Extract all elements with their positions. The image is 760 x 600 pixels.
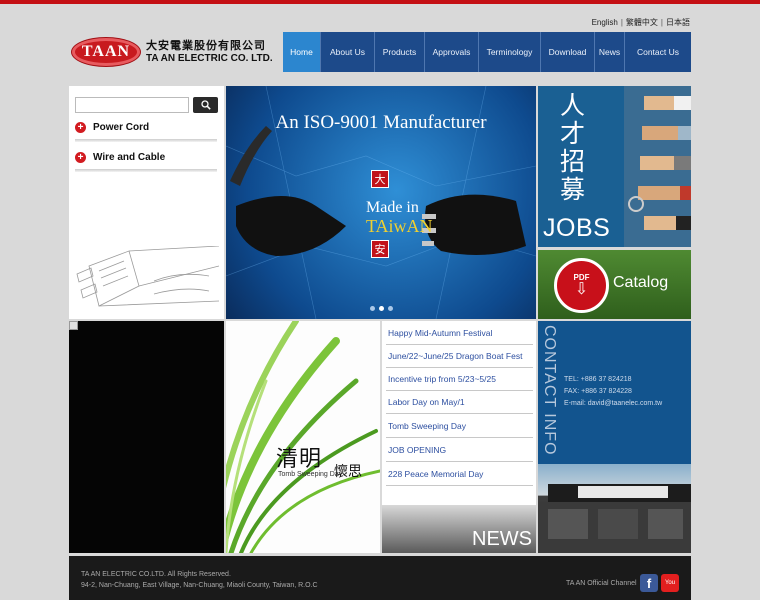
- nav-news[interactable]: News: [595, 32, 625, 72]
- news-item[interactable]: JOB OPENING: [382, 438, 536, 462]
- top-accent-bar: [0, 0, 760, 4]
- nav-products[interactable]: Products: [375, 32, 425, 72]
- hands-illustration: [628, 96, 691, 230]
- plus-circle-icon: +: [75, 121, 86, 133]
- jobs-char: 招: [560, 148, 586, 176]
- building-illustration: [538, 484, 691, 553]
- logo-mark-text: TAAN: [81, 43, 131, 60]
- category-power-cord[interactable]: + Power Cord: [75, 116, 217, 138]
- jobs-tile[interactable]: 人 才 招 募 JOBS: [538, 86, 691, 247]
- news-panel: Happy Mid-Autumn Festival June/22~June/2…: [382, 321, 536, 553]
- company-logo[interactable]: TAAN 大安電業股份有限公司 TA AN ELECTRIC CO. LTD.: [72, 38, 273, 66]
- slide-dot[interactable]: [388, 306, 393, 311]
- seal-top: 大: [371, 170, 389, 188]
- video-placeholder: [69, 321, 224, 553]
- footer-channel-label: TA AN Official Channel: [566, 580, 637, 587]
- nav-home[interactable]: Home: [283, 32, 321, 72]
- language-switcher: English | 繁體中文 | 日本語: [592, 17, 690, 28]
- divider: [75, 169, 217, 172]
- news-item[interactable]: 228 Peace Memorial Day: [382, 462, 536, 486]
- contact-fax: FAX: +886 37 824228: [564, 388, 632, 395]
- jobs-label: JOBS: [543, 214, 611, 242]
- facebook-icon[interactable]: f: [640, 574, 658, 592]
- lang-japanese-link[interactable]: 日本語: [666, 18, 690, 27]
- contact-details: TEL: +886 37 824218 FAX: +886 37 824228 …: [564, 374, 662, 410]
- category-label: Power Cord: [93, 121, 150, 133]
- tomb-subtitle-zh: 懷思: [334, 464, 362, 480]
- plug-sketch-illustration: [76, 246, 220, 307]
- footer-copyright: TA AN ELECTRIC CO.LTD. All Rights Reserv…: [81, 571, 231, 578]
- broken-image-icon: [69, 321, 78, 330]
- lang-separator: |: [660, 18, 663, 27]
- catalog-tile[interactable]: PDF ⇩ Catalog: [538, 250, 691, 319]
- jobs-char: 才: [560, 120, 586, 148]
- footer-address: 94-2, Nan-Chuang, East Village, Nan-Chua…: [81, 582, 318, 589]
- nav-about-us[interactable]: About Us: [321, 32, 375, 72]
- nav-terminology[interactable]: Terminology: [479, 32, 541, 72]
- contact-email: E-mail: david@taanelec.com.tw: [564, 400, 663, 407]
- news-item[interactable]: Tomb Sweeping Day: [382, 414, 536, 438]
- catalog-label: Catalog: [613, 274, 669, 291]
- lang-english-link[interactable]: English: [592, 18, 618, 27]
- building-photo: [538, 464, 691, 553]
- tomb-sweeping-tile[interactable]: 清明 Tomb Sweeping Day 懷思: [226, 321, 380, 553]
- site-footer: TA AN ELECTRIC CO.LTD. All Rights Reserv…: [69, 556, 691, 600]
- company-name-zh: 大安電業股份有限公司: [146, 39, 266, 52]
- news-item[interactable]: Labor Day on May/1: [382, 390, 536, 414]
- plus-circle-icon: +: [75, 151, 86, 163]
- nav-download[interactable]: Download: [541, 32, 595, 72]
- slide-dots: [370, 306, 393, 311]
- nav-approvals[interactable]: Approvals: [425, 32, 479, 72]
- company-name-en: TA AN ELECTRIC CO. LTD.: [146, 52, 273, 64]
- news-footer-label: NEWS: [472, 528, 532, 550]
- divider: [386, 485, 533, 486]
- banner-title: An ISO-9001 Manufacturer: [275, 112, 487, 133]
- search-icon: [200, 100, 211, 110]
- taan-logo-mark: TAAN: [72, 38, 140, 66]
- search-button[interactable]: [193, 97, 218, 113]
- lang-separator: |: [620, 18, 623, 27]
- banner-made-in: Made in: [366, 199, 419, 216]
- product-sidebar: + Power Cord + Wire and Cable: [69, 86, 224, 319]
- category-label: Wire and Cable: [93, 151, 166, 163]
- contact-info-tile[interactable]: CONTACT INFO TEL: +886 37 824218 FAX: +8…: [538, 321, 691, 553]
- lang-chinese-link[interactable]: 繁體中文: [626, 18, 658, 27]
- download-arrow-icon: ⇩: [574, 281, 589, 298]
- jobs-char: 人: [560, 92, 586, 120]
- news-item[interactable]: June/22~June/25 Dragon Boat Fest: [382, 344, 536, 368]
- tomb-title-en: Tomb Sweeping Day: [278, 471, 343, 478]
- jobs-char: 募: [560, 176, 586, 204]
- contact-info-title: CONTACT INFO: [541, 325, 558, 456]
- grass-illustration: [226, 321, 380, 553]
- slide-dot-active[interactable]: [379, 306, 384, 311]
- youtube-icon[interactable]: You: [661, 574, 679, 592]
- news-footer[interactable]: NEWS: [382, 505, 536, 553]
- tomb-title-zh: 清明: [276, 447, 323, 472]
- logo-text: 大安電業股份有限公司 TA AN ELECTRIC CO. LTD.: [146, 40, 273, 64]
- jobs-characters: 人 才 招 募: [560, 92, 585, 204]
- hero-slideshow[interactable]: An ISO-9001 Manufacturer 大 Made in TAiwA…: [226, 86, 536, 319]
- divider: [75, 139, 217, 142]
- contact-tel: TEL: +886 37 824218: [564, 376, 632, 383]
- search-input[interactable]: [75, 97, 189, 113]
- banner-taiwan: TAiwAN: [366, 216, 433, 236]
- jobs-hands-image: [624, 86, 691, 247]
- pdf-download-icon: PDF ⇩: [554, 258, 609, 313]
- nav-contact-us[interactable]: Contact Us: [625, 32, 691, 72]
- news-item[interactable]: Happy Mid-Autumn Festival: [382, 321, 536, 345]
- news-item[interactable]: Incentive trip from 5/23~5/25: [382, 367, 536, 391]
- category-wire-and-cable[interactable]: + Wire and Cable: [75, 146, 217, 168]
- main-nav: Home About Us Products Approvals Termino…: [283, 32, 691, 72]
- seal-bottom: 安: [371, 240, 389, 258]
- slide-dot[interactable]: [370, 306, 375, 311]
